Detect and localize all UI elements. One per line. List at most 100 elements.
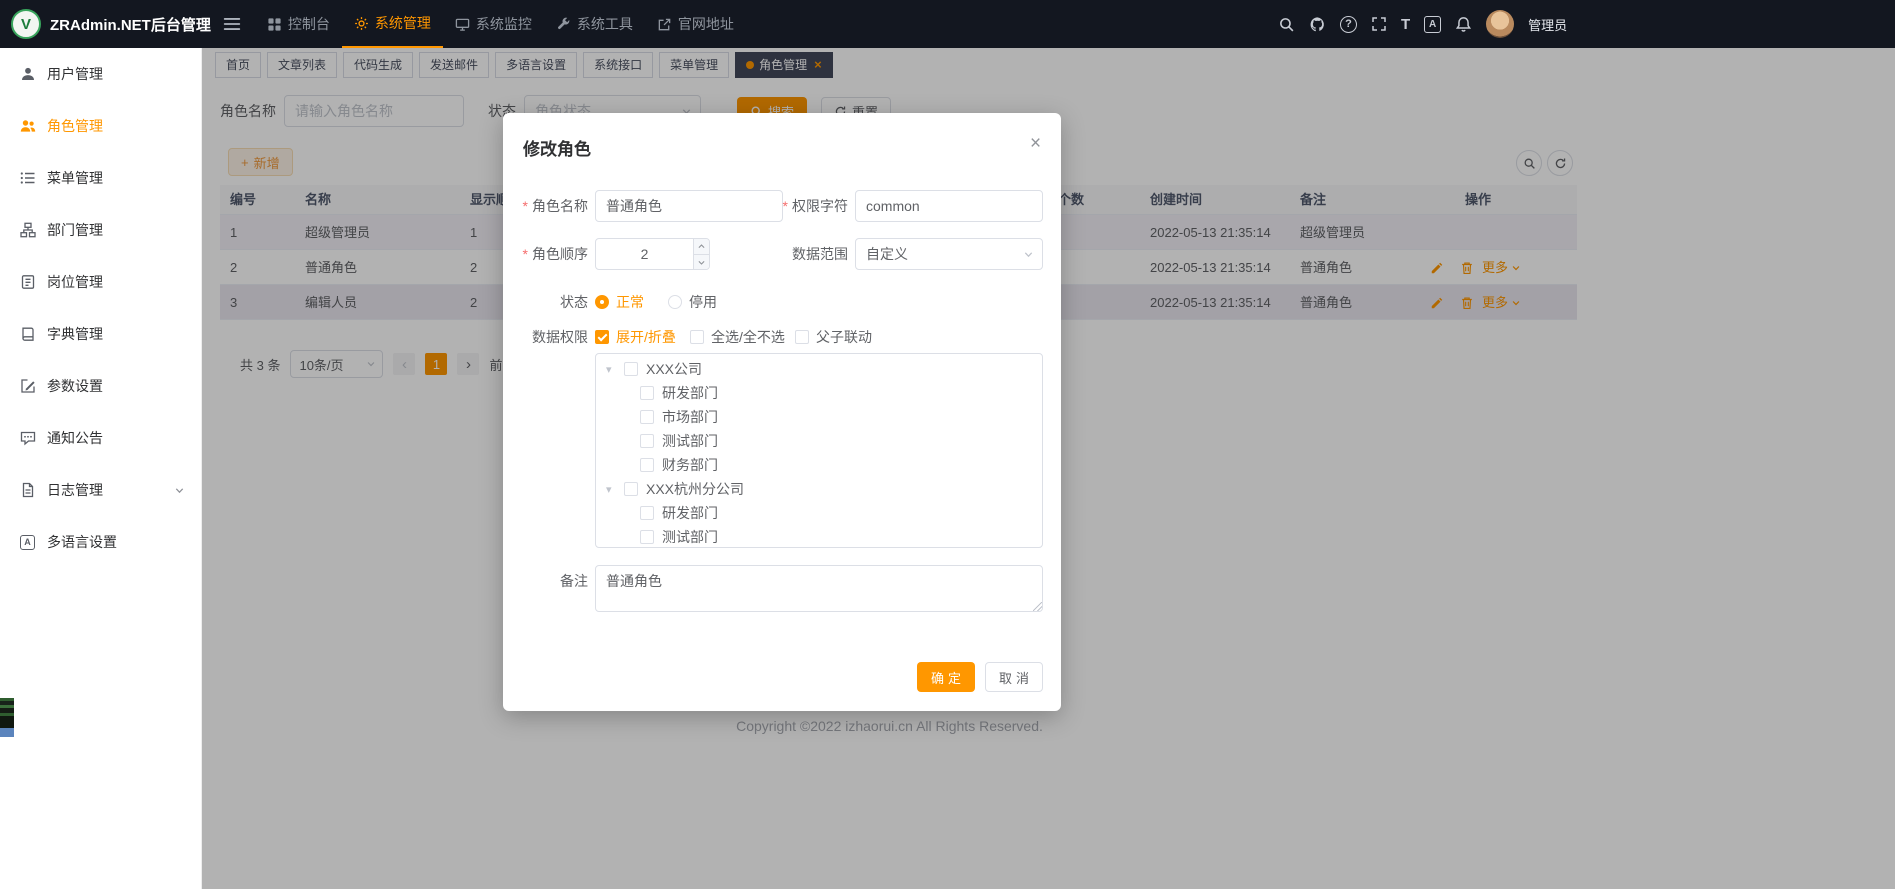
status-field-label: 状态 — [503, 286, 588, 318]
parent-child-link-checkbox[interactable]: 父子联动 — [795, 327, 872, 347]
sidebar-item-user-management[interactable]: 用户管理 — [0, 48, 201, 100]
chevron-down-icon — [1023, 249, 1034, 260]
sidebar-item-menu-management[interactable]: 菜单管理 — [0, 152, 201, 204]
role-sort-field-label: 角色顺序 — [503, 238, 588, 270]
tree-node-dept[interactable]: 财务部门 — [596, 453, 1042, 477]
github-icon[interactable] — [1309, 16, 1326, 33]
select-all-checkbox[interactable]: 全选/全不选 — [690, 327, 785, 347]
role-sort-stepper[interactable]: 2 — [595, 238, 710, 270]
top-header: V ZRAdmin.NET后台管理 控制台 系统管理 系统监控 系统工具 — [0, 0, 1895, 48]
app-logo: V ZRAdmin.NET后台管理 — [0, 9, 211, 39]
document-icon — [20, 482, 36, 498]
people-icon — [20, 118, 36, 134]
avatar[interactable] — [1486, 10, 1514, 38]
chevron-down-icon — [174, 485, 185, 496]
status-radio-group: 正常 停用 — [595, 286, 717, 318]
user-icon — [20, 66, 36, 82]
tree-node-dept[interactable]: 市场部门 — [596, 405, 1042, 429]
translate-icon: A — [20, 535, 36, 550]
sidebar-item-notice[interactable]: 通知公告 — [0, 412, 201, 464]
tree-node-dept[interactable]: 研发部门 — [596, 501, 1042, 525]
checkbox-icon[interactable] — [640, 530, 654, 544]
edit-role-dialog: 修改角色 × 角色名称 权限字符 角色顺序 2 数据范围 自定义 状态 正常 停… — [503, 113, 1061, 711]
cancel-button[interactable]: 取消 — [985, 662, 1043, 692]
radio-status-normal[interactable]: 正常 — [595, 292, 644, 312]
username[interactable]: 管理员 — [1528, 15, 1567, 34]
remark-textarea[interactable]: 普通角色 — [595, 565, 1043, 612]
checkbox-icon — [690, 330, 704, 344]
resize-handle[interactable] — [1033, 602, 1042, 611]
radio-checked-icon — [595, 295, 609, 309]
gear-icon — [354, 16, 369, 31]
dialog-role-key-input[interactable] — [855, 190, 1043, 222]
nav-system-monitor[interactable]: 系统监控 — [443, 0, 544, 48]
dialog-close-icon[interactable]: × — [1030, 133, 1041, 155]
caret-down-icon[interactable]: ▾ — [606, 363, 616, 376]
fullscreen-icon[interactable] — [1371, 16, 1387, 32]
tree-node-dept[interactable]: 测试部门 — [596, 429, 1042, 453]
sidebar-item-i18n-settings[interactable]: A 多语言设置 — [0, 516, 201, 568]
checkbox-icon — [795, 330, 809, 344]
chat-icon — [20, 430, 36, 446]
sidebar-item-param-settings[interactable]: 参数设置 — [0, 360, 201, 412]
help-icon[interactable]: ? — [1340, 16, 1357, 33]
checkbox-icon[interactable] — [640, 506, 654, 520]
sidebar-item-role-management[interactable]: 角色管理 — [0, 100, 201, 152]
nav-website-link[interactable]: 官网地址 — [645, 0, 746, 48]
dashboard-icon — [267, 17, 282, 32]
sidebar-toggle-icon[interactable] — [223, 15, 241, 33]
logo-icon: V — [11, 9, 41, 39]
nav-system-tools[interactable]: 系统工具 — [544, 0, 645, 48]
search-icon[interactable] — [1278, 16, 1295, 33]
tree-node-branch-company[interactable]: ▾ XXX杭州分公司 — [596, 477, 1042, 501]
checkbox-icon[interactable] — [640, 386, 654, 400]
corner-widget[interactable] — [0, 698, 14, 737]
tree-node-dept[interactable]: 测试部门 — [596, 525, 1042, 548]
checkbox-icon[interactable] — [640, 458, 654, 472]
book-icon — [20, 326, 36, 342]
sidebar-item-dept-management[interactable]: 部门管理 — [0, 204, 201, 256]
tree-node-company[interactable]: ▾ XXX公司 — [596, 357, 1042, 381]
confirm-button[interactable]: 确定 — [917, 662, 975, 692]
id-badge-icon — [20, 274, 36, 290]
font-size-icon[interactable]: T — [1401, 16, 1410, 33]
dialog-footer: 确定 取消 — [917, 662, 1043, 692]
caret-down-icon[interactable]: ▾ — [606, 483, 616, 496]
increment-icon[interactable] — [693, 239, 709, 254]
external-link-icon — [657, 17, 672, 32]
list-icon — [20, 170, 36, 186]
bell-icon[interactable] — [1455, 16, 1472, 33]
top-nav: 控制台 系统管理 系统监控 系统工具 官网地址 — [255, 0, 746, 48]
sidebar: 用户管理 角色管理 菜单管理 部门管理 岗位管理 字典管理 参数设置 通知公告 — [0, 48, 202, 889]
org-tree-icon — [20, 222, 36, 238]
dialog-title: 修改角色 — [523, 135, 591, 160]
sidebar-item-dict-management[interactable]: 字典管理 — [0, 308, 201, 360]
nav-system-management[interactable]: 系统管理 — [342, 0, 443, 48]
screen: V ZRAdmin.NET后台管理 控制台 系统管理 系统监控 系统工具 — [0, 0, 1895, 889]
remark-field-label: 备注 — [503, 565, 588, 597]
data-permission-field-label: 数据权限 — [503, 327, 588, 347]
checkbox-icon[interactable] — [624, 362, 638, 376]
decrement-icon[interactable] — [693, 254, 709, 269]
expand-collapse-checkbox[interactable]: 展开/折叠 — [595, 327, 676, 347]
edit-icon — [20, 378, 36, 394]
checkbox-checked-icon — [595, 330, 609, 344]
monitor-icon — [455, 17, 470, 32]
tree-node-dept[interactable]: 研发部门 — [596, 381, 1042, 405]
language-icon[interactable]: A — [1424, 16, 1441, 33]
header-actions: ? T A 管理员 — [1278, 0, 1567, 48]
nav-console[interactable]: 控制台 — [255, 0, 342, 48]
data-scope-select[interactable]: 自定义 — [855, 238, 1043, 270]
sidebar-item-post-management[interactable]: 岗位管理 — [0, 256, 201, 308]
role-key-field-label: 权限字符 — [753, 190, 848, 222]
radio-icon — [668, 295, 682, 309]
dept-tree: ▾ XXX公司 研发部门 市场部门 测试部门 财务部门 ▾ — [595, 353, 1043, 548]
checkbox-icon[interactable] — [640, 434, 654, 448]
checkbox-icon[interactable] — [624, 482, 638, 496]
wrench-icon — [556, 17, 571, 32]
sidebar-item-log-management[interactable]: 日志管理 — [0, 464, 201, 516]
radio-status-disabled[interactable]: 停用 — [668, 292, 717, 312]
checkbox-icon[interactable] — [640, 410, 654, 424]
data-scope-field-label: 数据范围 — [753, 238, 848, 270]
role-name-field-label: 角色名称 — [503, 190, 588, 222]
